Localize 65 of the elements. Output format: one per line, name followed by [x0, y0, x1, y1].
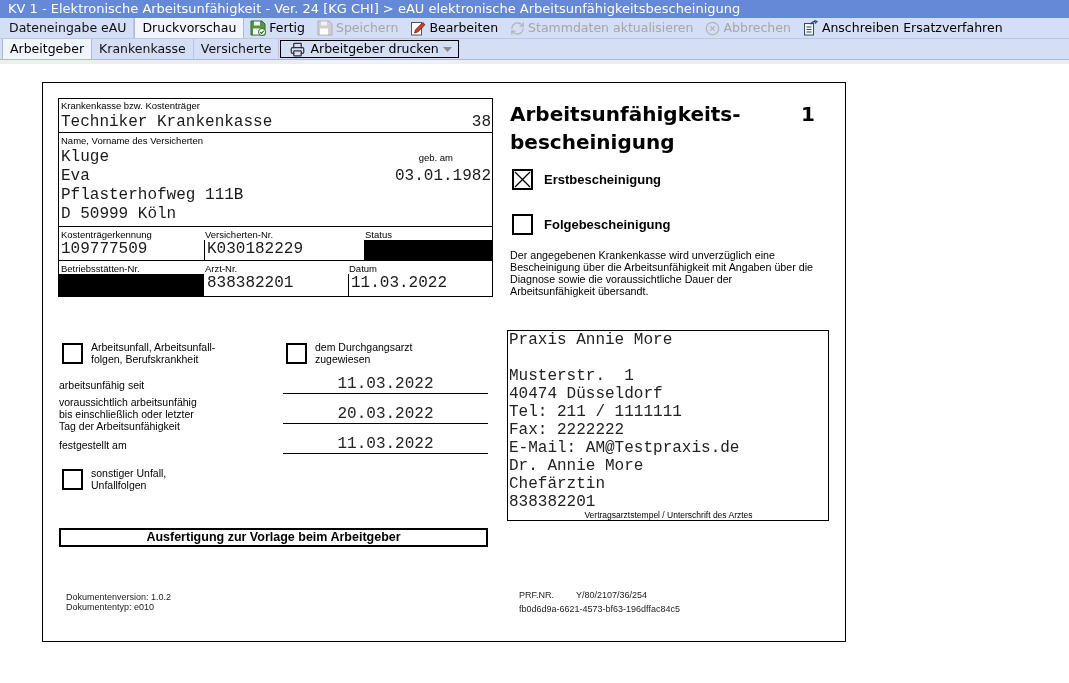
- field-label: Arzt-Nr.: [204, 263, 239, 274]
- field-label: geb. am: [418, 152, 453, 163]
- checkbox-label: sonstiger Unfall, Unfallfolgen: [91, 467, 168, 491]
- tab[interactable]: Arbeitgeber: [2, 39, 93, 59]
- stamp-text: 40474 Düsseldorf: [509, 385, 663, 403]
- field-label: Name, Vorname des Versicherten: [61, 135, 204, 146]
- notice-text: Der angegebenen Krankenkasse wird unverzüglich eine Bescheinigung über die Arbeitsunfähigkeit mit Angaben über die Diagnose sowie die voraussichtliche Dauer der Arbeitsunfähigkeit übersandt.: [510, 249, 815, 297]
- tab[interactable]: Druckvorschau: [134, 18, 245, 38]
- field-label: voraussichtlich arbeitsunfähig bis einschließlich oder letzter Tag der Arbeitsunfähigkeit: [59, 396, 198, 432]
- field-label: Datum: [348, 263, 378, 274]
- field-value: 03.01.1982: [395, 167, 491, 186]
- stamp-text: Praxis Annie More: [509, 331, 673, 349]
- pencil-icon: [410, 20, 427, 36]
- floppy-icon: [317, 20, 333, 36]
- field-value: 838382201: [206, 274, 294, 294]
- document-info: Dokumentenversion: 1.0.2: [66, 592, 172, 602]
- stamp-caption: Vertragsarztstempel / Unterschrift des Arztes: [584, 511, 753, 521]
- floppy-check-icon: [250, 20, 267, 36]
- checkbox-label: Arbeitsunfall, Arbeitsunfall-folgen, Berufskrankheit: [91, 341, 217, 365]
- field-label: Krankenkasse bzw. Kostenträger: [61, 100, 200, 111]
- field-value: 109777509: [60, 240, 148, 260]
- copy-label: Ausfertigung zur Vorlage beim Arbeitgeber: [59, 528, 488, 547]
- field-value: Kluge: [61, 148, 109, 167]
- stamp-text: Musterstr. 1: [509, 367, 634, 385]
- date-value: 11.03.2022: [283, 374, 488, 394]
- checkbox-label: dem Durchgangsarzt zugewiesen: [315, 341, 414, 365]
- field-label: Versicherten-Nr.: [204, 229, 275, 240]
- toolbar-button[interactable]: Fertig: [244, 18, 311, 38]
- print-dropdown-button[interactable]: Arbeitgeber drucken: [280, 40, 460, 58]
- document-icon: [802, 20, 819, 36]
- toolbar-button[interactable]: Bearbeiten: [404, 18, 505, 38]
- date-value: 11.03.2022: [283, 434, 488, 454]
- close-icon: [705, 20, 721, 36]
- caret-icon: [443, 46, 453, 52]
- window-title: KV 1 - Elektronische Arbeitsunfähigkeit - Ver. 24 [KG CHI] > eAU elektronische Arbeitsunfähigkeitsbescheinigung: [0, 0, 1069, 18]
- field-value: 38: [471, 113, 491, 131]
- field-label: festgestellt am: [59, 438, 127, 451]
- checkbox-label: Erstbescheinigung: [544, 171, 662, 188]
- refresh-icon: [510, 20, 526, 36]
- stamp-text: Tel: 211 / 1111111: [509, 403, 682, 421]
- stamp-text: Chefärztin: [509, 475, 605, 493]
- field-label: Kostenträgerkennung: [60, 229, 153, 240]
- field-value: D 50999 Köln: [61, 205, 177, 224]
- document-info: Dokumententyp: e010: [66, 602, 155, 612]
- field-value: Techniker Krankenkasse: [61, 113, 273, 131]
- prf-number: Y/80/2107/36/254: [576, 589, 648, 602]
- field-label: Betriebsstätten-Nr.: [60, 263, 141, 274]
- toolbar-button[interactable]: Anschreiben Ersatzverfahren: [796, 18, 1009, 38]
- printer-icon: [290, 41, 306, 57]
- field-value: 11.03.2022: [348, 274, 447, 296]
- checkbox-label: Folgebescheinigung: [544, 216, 671, 233]
- field-label: arbeitsunfähig seit: [59, 378, 145, 391]
- field-value: Pflasterhofweg 111B: [61, 186, 244, 205]
- copy-number: 1: [801, 101, 815, 128]
- stamp-text: 838382201: [509, 493, 596, 511]
- stamp-text: Fax: 2222222: [509, 421, 625, 439]
- document-id: fb0d6d9a-6621-4573-bf63-196dffac84c5: [519, 603, 680, 616]
- field-value: K030182229: [204, 240, 303, 260]
- date-value: 20.03.2022: [283, 404, 488, 424]
- form-title: Arbeitsunfähigkeits-bescheinigung: [510, 101, 742, 156]
- stamp-text: Dr. Annie More: [509, 457, 644, 475]
- stamp-text: E-Mail: AM@Testpraxis.de: [509, 439, 740, 457]
- field-value: Eva: [61, 167, 90, 186]
- field-label: Status: [364, 229, 393, 240]
- prf-label: PRF.NR.: [519, 589, 555, 602]
